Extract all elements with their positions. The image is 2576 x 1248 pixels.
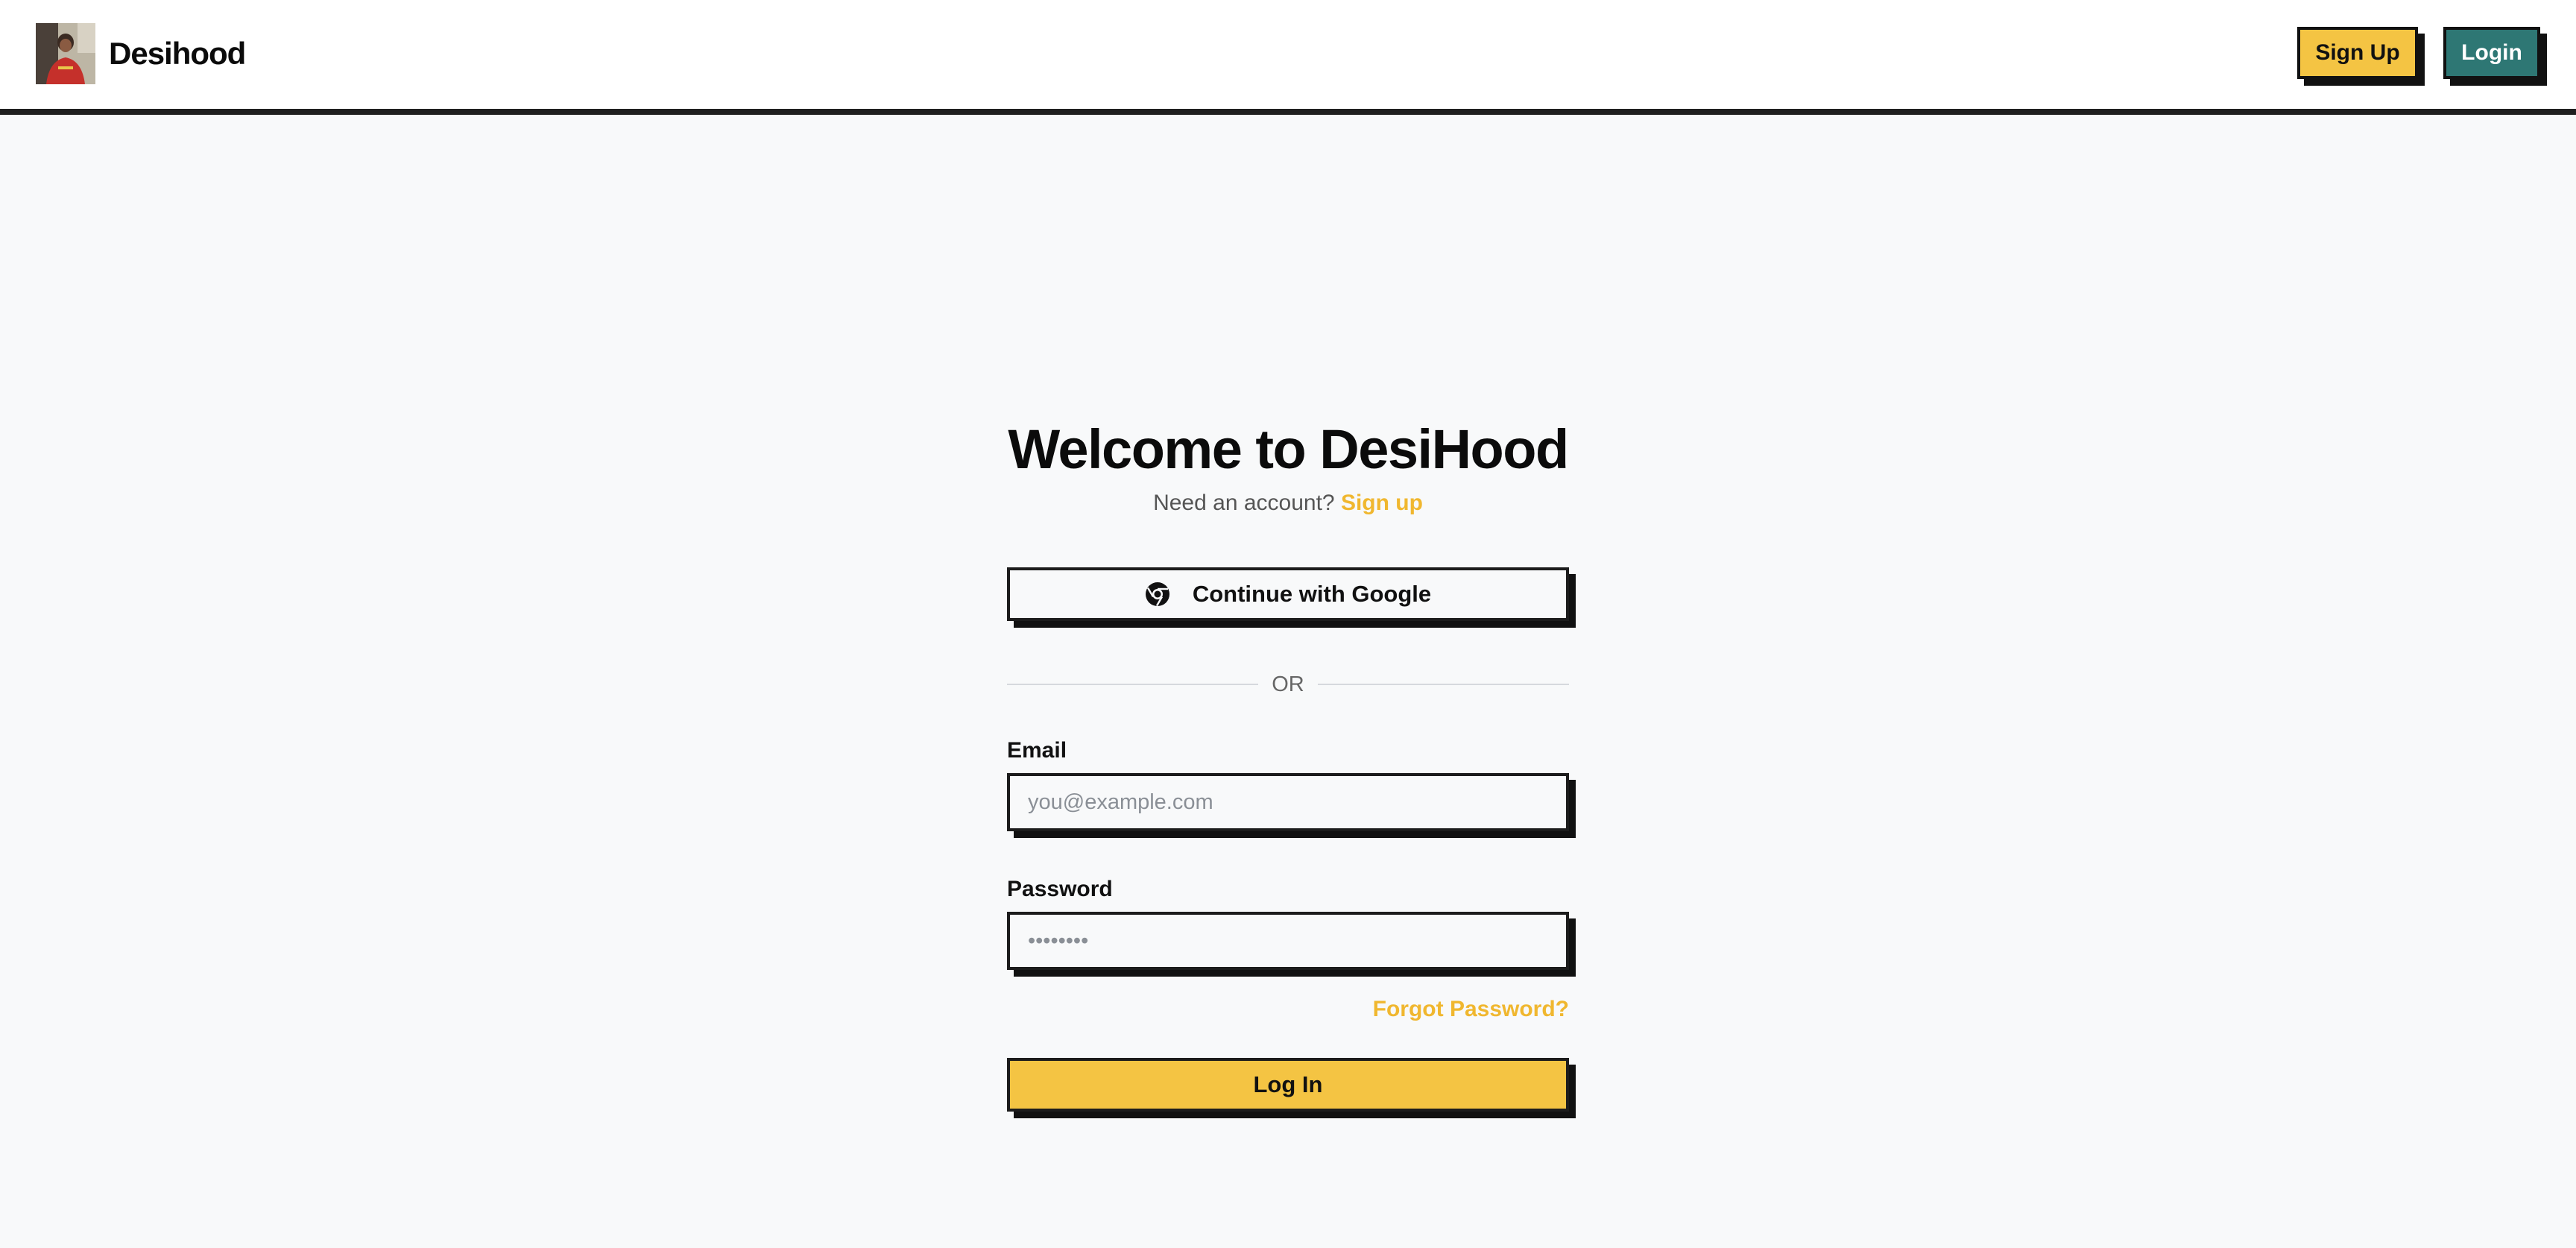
divider-line-right xyxy=(1317,684,1569,685)
brand-name: Desihood xyxy=(109,36,246,71)
top-navbar: Desihood Sign Up Login xyxy=(0,0,2576,115)
password-label: Password xyxy=(1007,877,1113,901)
password-field[interactable] xyxy=(1007,912,1569,970)
login-panel: Welcome to DesiHood Need an account? Sig… xyxy=(1007,414,1569,1112)
email-field[interactable] xyxy=(1007,773,1569,831)
log-in-button[interactable]: Log In xyxy=(1007,1058,1569,1112)
signup-button[interactable]: Sign Up xyxy=(2297,27,2418,79)
google-icon xyxy=(1145,582,1169,607)
signup-link[interactable]: Sign up xyxy=(1341,491,1423,515)
continue-with-google-button[interactable]: Continue with Google xyxy=(1007,567,1569,621)
avatar xyxy=(36,23,95,84)
page-title: Welcome to DesiHood xyxy=(1008,418,1569,480)
divider-text: OR xyxy=(1272,672,1304,696)
login-button[interactable]: Login xyxy=(2443,27,2540,79)
forgot-password-link[interactable]: Forgot Password? xyxy=(1373,997,1569,1021)
subtitle: Need an account? Sign up xyxy=(1007,488,1569,518)
brand[interactable]: Desihood xyxy=(36,23,246,84)
email-label: Email xyxy=(1007,738,1067,763)
subtitle-text: Need an account? xyxy=(1153,491,1335,515)
or-divider: OR xyxy=(1007,672,1569,696)
forgot-password-row: Forgot Password? xyxy=(1007,997,1569,1024)
google-button-label: Continue with Google xyxy=(1192,581,1432,607)
divider-line-left xyxy=(1007,684,1259,685)
